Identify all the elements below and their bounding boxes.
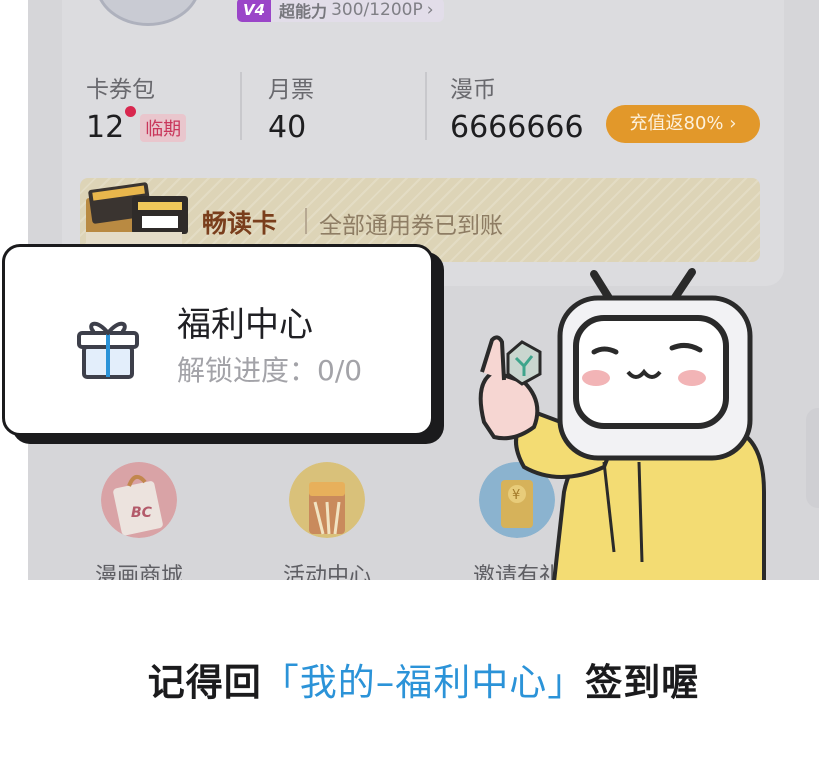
- power-value: 300/1200P: [331, 0, 423, 20]
- divider: [240, 72, 242, 140]
- caption-highlight: 「我的–福利中心」: [261, 661, 586, 704]
- divider: [305, 208, 307, 234]
- chevron-right-icon: ›: [729, 113, 737, 134]
- coins-stat[interactable]: 漫币 6666666: [450, 70, 584, 145]
- caption-suffix: 签到喔: [585, 661, 700, 704]
- welfare-title: 福利中心: [177, 305, 313, 345]
- coupon-label: 卡券包: [86, 77, 155, 103]
- coupon-stat[interactable]: 卡券包 12 临期: [86, 70, 187, 145]
- gift-icon: [77, 321, 139, 379]
- party-icon: [289, 462, 365, 538]
- monthly-ticket-label: 月票: [268, 77, 314, 103]
- expire-dot-icon: [125, 106, 137, 117]
- monthly-ticket-value: 40: [268, 110, 307, 145]
- expire-tag: 临期: [140, 113, 187, 142]
- tv-mascot-illustration: [478, 268, 766, 582]
- vip-level: V4: [237, 0, 272, 22]
- checkin-caption: 记得回「我的–福利中心」签到喔: [28, 652, 819, 706]
- recharge-button[interactable]: 充值返80% ›: [606, 105, 760, 143]
- menu-item-events[interactable]: 活动中心: [282, 462, 372, 590]
- caption-prefix: 记得回: [147, 661, 262, 704]
- monthly-ticket-stat[interactable]: 月票 40: [268, 70, 314, 145]
- power-label: 超能力: [279, 2, 328, 21]
- svg-text:BC: BC: [131, 505, 153, 521]
- card-stack-icon: [86, 182, 188, 244]
- coins-value: 6666666: [450, 110, 584, 145]
- coupon-value: 12: [86, 110, 125, 145]
- coins-label: 漫币: [450, 77, 496, 103]
- menu-item-mall[interactable]: BC 漫画商城: [94, 462, 184, 590]
- recharge-label: 充值返80%: [629, 113, 724, 134]
- vip-badge[interactable]: V4 超能力 300/1200P ›: [237, 0, 444, 22]
- shopping-bag-icon: BC: [101, 462, 177, 538]
- welfare-center-card[interactable]: 福利中心 解锁进度：0/0: [2, 244, 434, 436]
- caption-area: 记得回「我的–福利中心」签到喔: [28, 580, 819, 774]
- welfare-progress: 解锁进度：0/0: [177, 354, 363, 387]
- reading-card-desc: 全部通用券已到账: [319, 213, 503, 239]
- divider: [425, 72, 427, 140]
- chevron-right-icon: ›: [426, 0, 434, 20]
- reading-card-title: 畅读卡: [202, 209, 278, 238]
